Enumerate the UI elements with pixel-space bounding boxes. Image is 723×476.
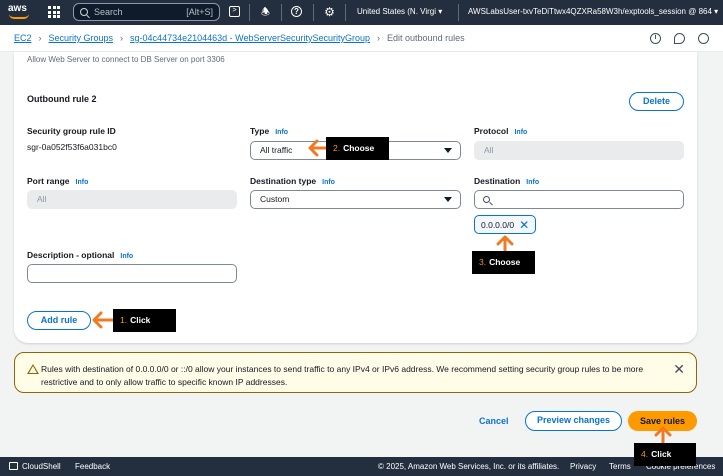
warning-text: Rules with destination of 0.0.0.0/0 or :… xyxy=(41,364,644,387)
settings-gear-icon[interactable]: ⚙ xyxy=(323,6,336,19)
destination-type-info-link[interactable]: Info xyxy=(322,179,335,186)
search-placeholder: Search xyxy=(94,7,123,17)
breadcrumb-security-groups[interactable]: Security Groups xyxy=(49,33,114,43)
info-circle-icon[interactable]: i xyxy=(650,33,661,44)
description-input[interactable] xyxy=(27,264,237,283)
search-input[interactable]: Search [Alt+S] xyxy=(73,3,220,21)
sg-rule-id-label: Security group rule ID xyxy=(27,126,116,136)
protocol-select: All xyxy=(474,141,684,160)
description-info-link[interactable]: Info xyxy=(120,253,133,260)
description-helper-text: Allow Web Server to connect to DB Server… xyxy=(27,55,225,64)
account-label: AWSLabsUser-txvTeDiTtwx4QZXRa58W3h/expto… xyxy=(468,7,712,16)
copyright-text: © 2025, Amazon Web Services, Inc. or its… xyxy=(378,462,560,471)
region-label: United States (N. Virgi xyxy=(357,7,436,16)
destination-token-value: 0.0.0.0/0 xyxy=(481,219,515,230)
destination-type-label: Destination type Info xyxy=(250,176,335,186)
region-selector[interactable]: United States (N. Virgi ▾ xyxy=(357,7,442,16)
account-menu[interactable]: AWSLabsUser-txvTeDiTtwx4QZXRa58W3h/expto… xyxy=(468,7,718,16)
port-range-label: Port range Info xyxy=(27,176,89,186)
destination-search-input[interactable] xyxy=(474,190,684,209)
terms-link[interactable]: Terms xyxy=(609,462,631,471)
console-footer: CloudShell Feedback © 2025, Amazon Web S… xyxy=(0,457,723,476)
search-shortcut: [Alt+S] xyxy=(186,7,213,17)
breadcrumb-current: Edit outbound rules xyxy=(387,33,465,43)
search-icon xyxy=(483,196,490,203)
destination-info-link[interactable]: Info xyxy=(526,179,539,186)
feedback-icon[interactable] xyxy=(674,33,685,44)
destination-label: Destination Info xyxy=(474,176,540,186)
breadcrumb-security-group[interactable]: sg-04c44734e2104463d - WebServerSecurity… xyxy=(130,33,370,43)
annotation-arrow-up-3 xyxy=(496,235,514,252)
warning-alert: Rules with destination of 0.0.0.0/0 or :… xyxy=(14,352,697,393)
annotation-callout-2: 2. Choose xyxy=(326,137,389,160)
logo-text: aws xyxy=(8,3,27,14)
protocol-label: Protocol Info xyxy=(474,126,528,136)
sg-rule-id-value: sgr-0a052f53f6a031bc0 xyxy=(27,142,117,152)
aws-logo[interactable]: aws xyxy=(8,3,32,21)
cloudshell-link[interactable]: CloudShell xyxy=(22,462,61,471)
close-icon[interactable]: ✕ xyxy=(673,361,685,378)
type-select-value: All traffic xyxy=(260,145,293,155)
breadcrumb: EC2 › Security Groups › sg-04c44734e2104… xyxy=(14,33,465,43)
annotation-callout-4: 4. Click xyxy=(634,443,696,466)
cloudshell-icon[interactable]: > xyxy=(229,6,240,17)
outbound-rule-card: Allow Web Server to connect to DB Server… xyxy=(14,52,697,343)
help-icon[interactable]: ? xyxy=(291,6,302,17)
cloudshell-icon[interactable] xyxy=(9,462,18,470)
description-label: Description - optional Info xyxy=(27,250,134,260)
feedback-link[interactable]: Feedback xyxy=(75,462,110,471)
preview-changes-button[interactable]: Preview changes xyxy=(525,411,622,431)
add-rule-button[interactable]: Add rule xyxy=(27,311,91,330)
rule-title: Outbound rule 2 xyxy=(27,94,97,104)
annotation-callout-1: 1. Click xyxy=(113,309,176,332)
annotation-callout-3: 3. Choose xyxy=(472,251,535,274)
services-grid-icon[interactable] xyxy=(48,6,60,18)
annotation-arrow-left-1 xyxy=(92,311,113,329)
chevron-down-icon xyxy=(444,197,452,202)
chevron-down-icon xyxy=(444,148,452,153)
protocol-info-link[interactable]: Info xyxy=(514,129,527,136)
breadcrumb-bar: EC2 › Security Groups › sg-04c44734e2104… xyxy=(0,25,723,52)
destination-type-value: Custom xyxy=(260,194,290,204)
cancel-button[interactable]: Cancel xyxy=(479,416,509,426)
clock-icon[interactable] xyxy=(698,33,709,44)
privacy-link[interactable]: Privacy xyxy=(570,462,596,471)
notifications-bell-icon[interactable]: 🕭 xyxy=(259,6,272,19)
breadcrumb-ec2[interactable]: EC2 xyxy=(14,33,32,43)
search-icon xyxy=(80,8,88,16)
destination-token: 0.0.0.0/0 ✕ xyxy=(474,215,537,234)
top-navigation: aws Search [Alt+S] > 🕭 ? ⚙ United States… xyxy=(0,0,723,25)
destination-type-select[interactable]: Custom xyxy=(250,190,461,209)
port-range-info-link[interactable]: Info xyxy=(76,179,89,186)
warning-triangle-icon xyxy=(27,364,39,374)
port-range-input: All xyxy=(27,190,237,209)
type-label: Type Info xyxy=(250,126,289,136)
delete-button[interactable]: Delete xyxy=(629,92,684,111)
annotation-arrow-up-4 xyxy=(654,426,672,443)
type-info-link[interactable]: Info xyxy=(275,129,288,136)
remove-token-icon[interactable]: ✕ xyxy=(519,219,529,231)
